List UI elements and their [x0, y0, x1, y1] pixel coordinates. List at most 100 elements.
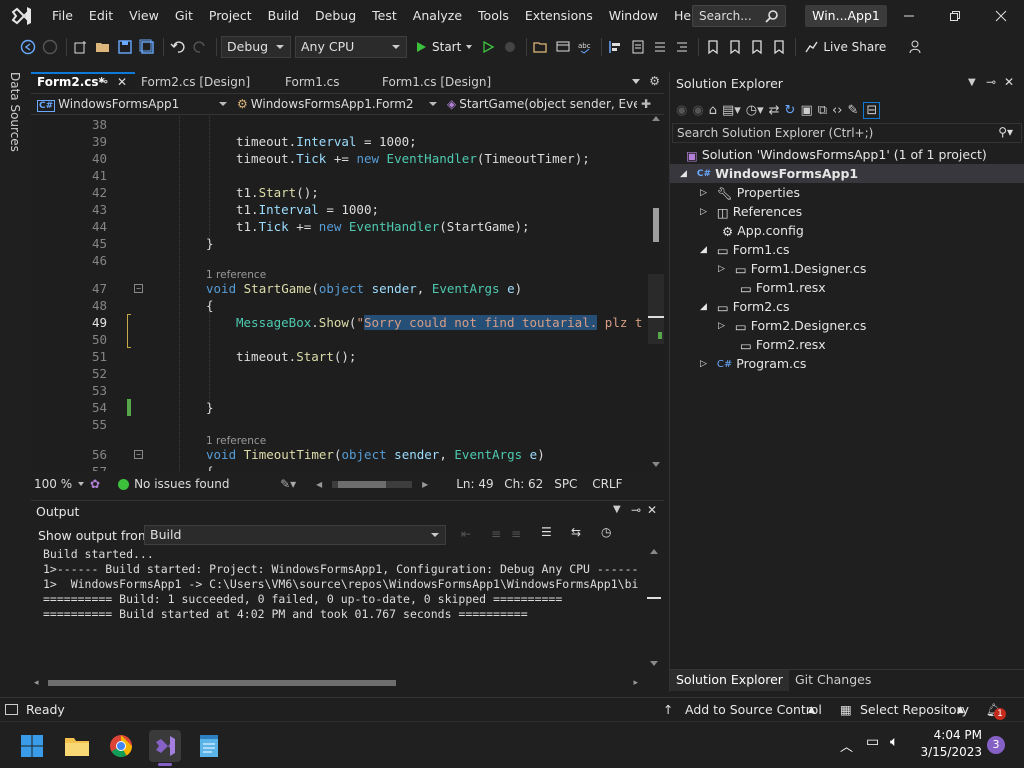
taskbar-date[interactable]: 3/15/2023 — [914, 745, 982, 759]
output-horizontal-thumb[interactable] — [48, 680, 396, 686]
tab-form2-design[interactable]: Form2.cs [Design] — [135, 72, 279, 92]
tree-solution[interactable]: ▣ Solution 'WindowsFormsApp1' (1 of 1 pro… — [686, 145, 987, 164]
navigate-back-button[interactable] — [18, 36, 38, 58]
scroll-up-icon[interactable] — [652, 116, 660, 121]
expanded-arrow-icon[interactable]: ◢ — [700, 241, 707, 260]
refresh-icon[interactable]: ↻ — [785, 103, 796, 118]
comment-button[interactable] — [650, 36, 670, 58]
menu-tools[interactable]: Tools — [470, 0, 517, 32]
taskbar-time[interactable]: 4:04 PM — [920, 728, 982, 742]
new-project-button[interactable] — [71, 36, 91, 58]
pending-changes-filter-icon[interactable]: ◷▾ — [746, 103, 764, 118]
editor-vertical-scrollbar[interactable] — [648, 116, 664, 471]
horizontal-scroll-thumb[interactable] — [338, 480, 387, 488]
view-code-icon[interactable]: ‹› — [832, 103, 842, 118]
pin-icon[interactable]: ⊸ — [986, 75, 996, 89]
hot-reload-button[interactable] — [500, 36, 520, 58]
windows-start-button[interactable] — [16, 730, 48, 762]
solution-platform-combo[interactable]: Any CPU — [295, 36, 407, 58]
layout-button[interactable] — [553, 36, 573, 58]
project-dropdown[interactable]: C# WindowsFormsApp1 — [31, 95, 231, 113]
solution-search-box[interactable]: Search Solution Explorer (Ctrl+;) ⚲▾ — [672, 123, 1022, 143]
editor-scroll-thumb[interactable] — [653, 208, 659, 242]
sync-icon[interactable]: ⇄ — [769, 103, 780, 118]
feedback-button[interactable] — [906, 36, 926, 58]
chevron-up-icon[interactable]: ▲ — [957, 705, 964, 715]
member-dropdown[interactable]: ◈ StartGame(object sender, Event — [441, 95, 637, 113]
zoom-dropdown-icon[interactable] — [78, 482, 84, 486]
save-button[interactable] — [115, 36, 135, 58]
output-vertical-scrollbar[interactable] — [647, 549, 661, 669]
start-without-debugging-button[interactable] — [478, 36, 498, 58]
menu-file[interactable]: File — [44, 0, 81, 32]
output-source-combo[interactable]: Build — [144, 525, 446, 545]
network-icon[interactable]: ▭ — [866, 734, 879, 750]
settings-gear-icon[interactable]: ⚙ — [649, 74, 660, 88]
show-hidden-icons-chevron-icon[interactable]: ︿ — [840, 736, 853, 755]
close-window-button[interactable] — [978, 0, 1024, 32]
global-search-box[interactable]: Search... — [692, 5, 786, 27]
column-indicator[interactable]: Ch: 62 — [504, 477, 554, 491]
code-cleanup-brush-icon[interactable]: ✎▾ — [280, 477, 296, 491]
issues-status[interactable]: No issues found — [134, 477, 280, 491]
prev-bookmark-button[interactable] — [747, 36, 767, 58]
output-scroll-thumb[interactable] — [647, 597, 661, 599]
uncomment-button[interactable] — [672, 36, 692, 58]
collapse-icon[interactable]: − — [134, 284, 143, 293]
zoom-level[interactable]: 100 % — [34, 477, 78, 491]
pin-icon[interactable]: ⊸ — [631, 503, 641, 517]
spacing-indicator[interactable]: SPC — [554, 477, 584, 491]
tree-item-properties[interactable]: ▷ 🔧︎ Properties — [700, 183, 800, 202]
collapsed-arrow-icon[interactable]: ▷ — [700, 203, 707, 222]
forward-icon[interactable]: ◉ — [692, 103, 703, 118]
collapse-icon[interactable]: − — [134, 450, 143, 459]
show-all-files-icon[interactable]: ⧉ — [818, 103, 827, 118]
volume-icon[interactable]: 🔈︎ — [890, 734, 898, 750]
file-explorer-taskbar-button[interactable] — [61, 730, 93, 762]
tree-project[interactable]: ◢ C# WindowsFormsApp1 — [670, 164, 1024, 183]
close-tab-icon[interactable]: ✕ — [117, 74, 127, 90]
collapsed-arrow-icon[interactable]: ▷ — [700, 184, 707, 203]
restore-button[interactable] — [932, 0, 978, 32]
scroll-up-icon[interactable] — [650, 549, 658, 554]
tab-overflow-dropdown-icon[interactable] — [632, 79, 640, 84]
scroll-down-icon[interactable] — [650, 661, 658, 666]
collapsed-arrow-icon[interactable]: ▷ — [700, 355, 707, 374]
class-dropdown[interactable]: ⚙ WindowsFormsApp1.Form2 — [231, 95, 441, 113]
collapsed-arrow-icon[interactable]: ▷ — [718, 317, 725, 336]
clear-all-icon[interactable]: ☰ — [541, 525, 552, 539]
tab-git-changes[interactable]: Git Changes — [789, 670, 877, 691]
tab-form2-cs[interactable]: Form2.cs* ⊸ ✕ — [31, 72, 135, 92]
tree-item-app-config[interactable]: ⚙ App.config — [722, 221, 804, 240]
menu-test[interactable]: Test — [364, 0, 405, 32]
visual-studio-logo-icon[interactable] — [0, 0, 44, 32]
notepad-taskbar-button[interactable] — [193, 730, 225, 762]
notification-center-badge[interactable]: 3 — [987, 736, 1005, 754]
start-debugging-button[interactable]: Start — [411, 36, 476, 58]
tree-item-form2-cs[interactable]: ◢ ▭ Form2.cs — [700, 297, 790, 316]
tree-item-form2-resx[interactable]: ▭ Form2.resx — [740, 335, 826, 354]
scroll-left-icon[interactable]: ◂ — [34, 678, 39, 688]
visual-studio-taskbar-button[interactable] — [149, 730, 181, 766]
solution-name-badge[interactable]: Win...App1 — [805, 5, 887, 27]
switch-views-icon[interactable]: ▤▾ — [722, 103, 741, 118]
next-message-icon[interactable]: ≡ — [511, 527, 521, 541]
solution-configuration-combo[interactable]: Debug — [221, 36, 291, 58]
panel-dropdown-icon[interactable]: ▼ — [968, 77, 976, 88]
tree-item-form1-designer[interactable]: ▷ ▭ Form1.Designer.cs — [718, 259, 866, 278]
chrome-taskbar-button[interactable] — [105, 730, 137, 762]
editor-horizontal-scrollbar[interactable] — [332, 480, 413, 488]
scroll-down-icon[interactable] — [652, 462, 660, 467]
menu-analyze[interactable]: Analyze — [405, 0, 470, 32]
data-sources-tab[interactable]: Data Sources — [8, 72, 22, 152]
expanded-arrow-icon[interactable]: ◢ — [680, 165, 687, 184]
menu-git[interactable]: Git — [167, 0, 201, 32]
chevron-up-icon[interactable]: ▲ — [808, 705, 815, 715]
live-share-button[interactable]: Live Share — [800, 36, 890, 58]
menu-edit[interactable]: Edit — [81, 0, 121, 32]
line-ending-indicator[interactable]: CRLF — [592, 477, 622, 491]
close-panel-icon[interactable]: ✕ — [1004, 75, 1014, 89]
open-folder-button[interactable] — [531, 36, 551, 58]
close-panel-icon[interactable]: ✕ — [647, 503, 657, 517]
previous-message-icon[interactable]: ≡ — [491, 527, 501, 541]
